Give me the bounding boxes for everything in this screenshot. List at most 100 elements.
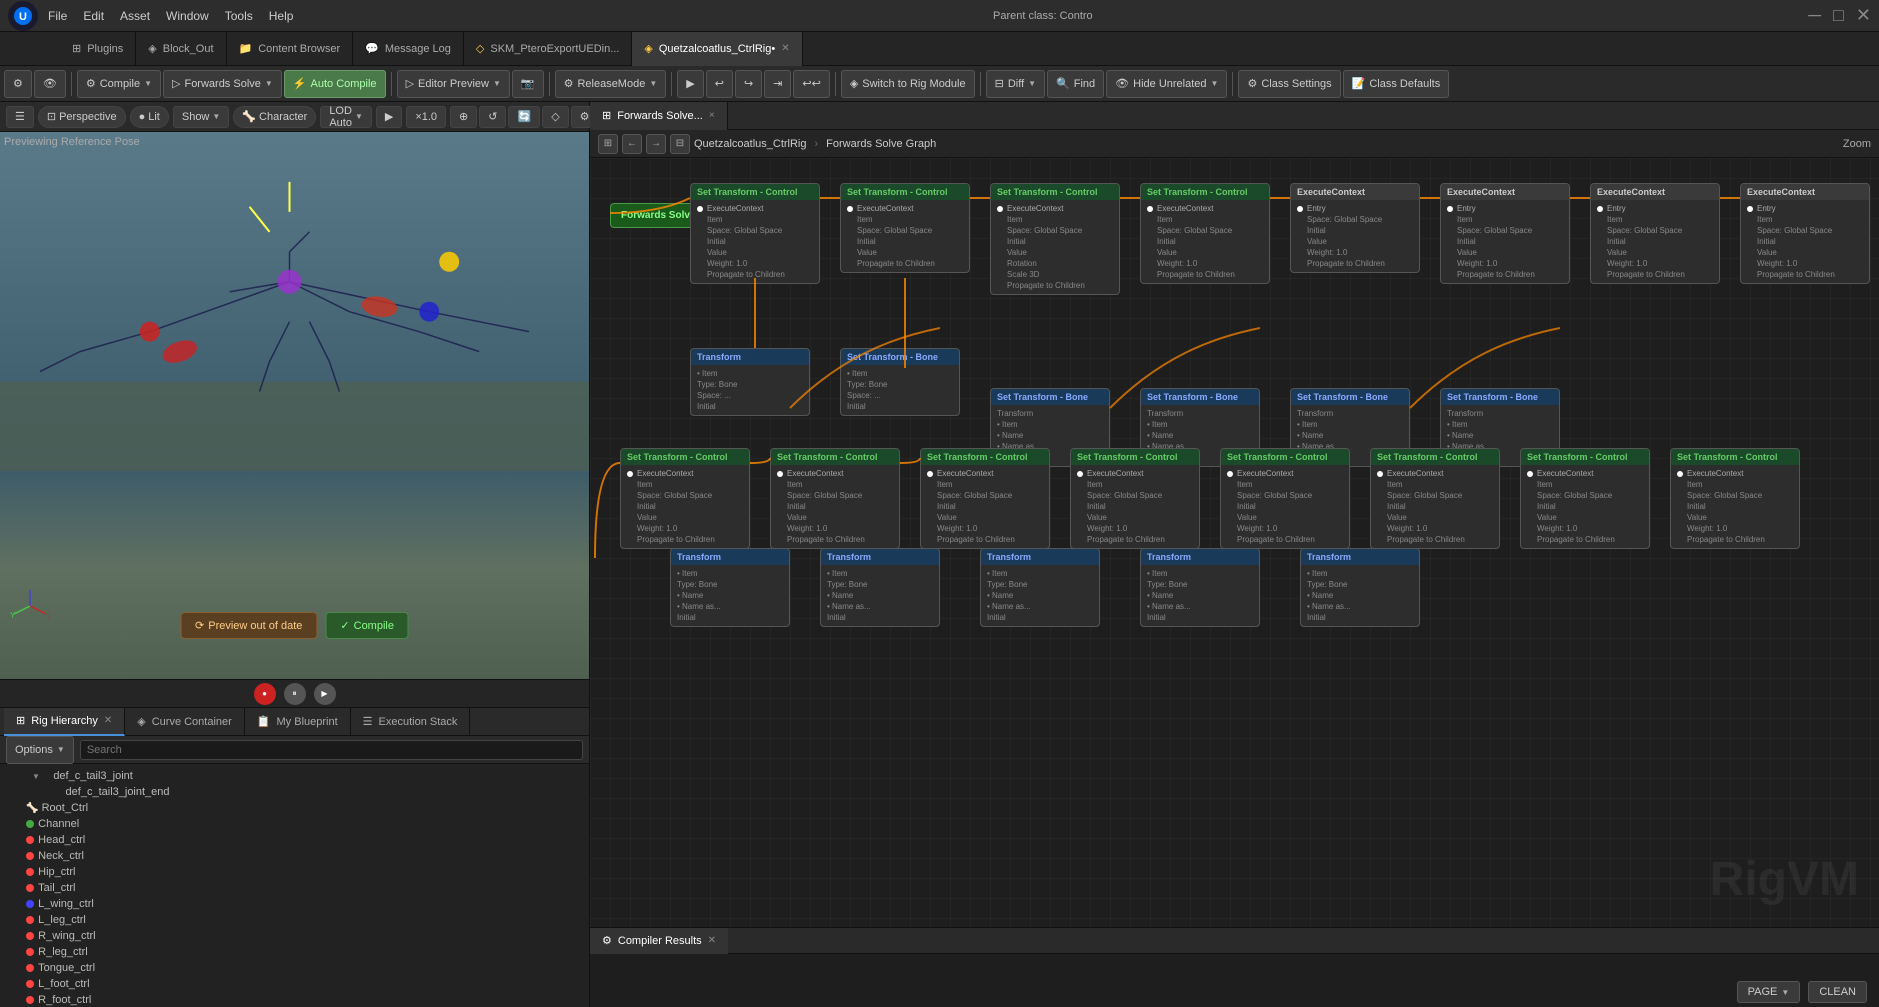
hierarchy-item[interactable]: ▼⊡def_c_tail3_joint	[4, 768, 585, 784]
graph-tab-close[interactable]: ×	[709, 110, 715, 121]
node-transform-bottom-4[interactable]: Transform • Item Type: Bone • Name • Nam…	[1140, 548, 1260, 627]
node-set-transform-ctrl-row2-3[interactable]: Set Transform - Control ExecuteContext I…	[920, 448, 1050, 549]
node-transform-bottom-1[interactable]: Transform • Item Type: Bone • Name • Nam…	[670, 548, 790, 627]
compile-button[interactable]: ⚙ Compile ▼	[77, 70, 161, 98]
switch-rig-btn[interactable]: ◈ Switch to Rig Module	[841, 70, 975, 98]
node-set-transform-4[interactable]: Set Transform - Control ExecuteContext I…	[1140, 183, 1270, 284]
pause-btn[interactable]: ⏸	[284, 683, 306, 705]
auto-compile-button[interactable]: ⚡ Auto Compile	[284, 70, 386, 98]
hamburger-btn[interactable]: ☰	[6, 106, 34, 128]
breadcrumb-back-btn[interactable]: ←	[622, 134, 642, 154]
lod-auto-btn[interactable]: LOD Auto ▼	[320, 106, 372, 128]
hierarchy-item[interactable]: ▶Tail_ctrl	[4, 880, 585, 896]
hierarchy-item[interactable]: ▶R_foot_ctrl	[4, 992, 585, 1007]
perspective-btn[interactable]: ⊡ Perspective	[38, 106, 126, 128]
diff-dropdown[interactable]: ⊟ Diff ▼	[986, 70, 1045, 98]
hierarchy-close[interactable]: ✕	[104, 715, 112, 726]
node-transform-bottom-3[interactable]: Transform • Item Type: Bone • Name • Nam…	[980, 548, 1100, 627]
node-set-transform-ctrl-row2-8[interactable]: Set Transform - Control ExecuteContext I…	[1670, 448, 1800, 549]
close-btn[interactable]: ✕	[1856, 5, 1871, 26]
graph-tab-forwards-solve[interactable]: ⊞ Forwards Solve... ×	[590, 102, 728, 130]
menu-help[interactable]: Help	[269, 9, 294, 23]
node-transform-2[interactable]: Set Transform - Bone • Item Type: Bone S…	[840, 348, 960, 416]
play-anim-btn[interactable]: ▶	[376, 106, 402, 128]
show-btn[interactable]: Show ▼	[173, 106, 229, 128]
hierarchy-item[interactable]: ▶L_wing_ctrl	[4, 896, 585, 912]
translate-btn[interactable]: ⊕	[450, 106, 477, 128]
grid-btn[interactable]: ⊞	[598, 134, 618, 154]
hierarchy-item[interactable]: ▶Tongue_ctrl	[4, 960, 585, 976]
toolbar-eye-btn[interactable]: 👁	[34, 70, 66, 98]
release-mode-dropdown[interactable]: ⚙ ReleaseMode ▼	[555, 70, 667, 98]
hierarchy-item[interactable]: ▶Head_ctrl	[4, 832, 585, 848]
node-set-transform-2[interactable]: Set Transform - Control ExecuteContext I…	[840, 183, 970, 273]
editor-preview-dropdown[interactable]: ▷ Editor Preview ▼	[397, 70, 510, 98]
tab-quetzal[interactable]: ◈ Quetzalcoatlus_CtrlRig• ✕	[632, 32, 802, 66]
node-exec-context-4[interactable]: ExecuteContext Entry Item Space: Global …	[1740, 183, 1870, 284]
forward-btn[interactable]: ↪	[735, 70, 762, 98]
maximize-btn[interactable]: □	[1833, 5, 1844, 26]
node-transform-bottom-2[interactable]: Transform • Item Type: Bone • Name • Nam…	[820, 548, 940, 627]
node-set-transform-ctrl-row2-6[interactable]: Set Transform - Control ExecuteContext I…	[1370, 448, 1500, 549]
hierarchy-item[interactable]: ▶Hip_ctrl	[4, 864, 585, 880]
tab-rig-hierarchy[interactable]: ⊞ Rig Hierarchy ✕	[4, 708, 125, 736]
tab-execution-stack[interactable]: ☰ Execution Stack	[351, 708, 471, 736]
bone-btn[interactable]: ◇	[542, 106, 568, 128]
node-set-transform-ctrl-row2-2[interactable]: Set Transform - Control ExecuteContext I…	[770, 448, 900, 549]
tab-skm[interactable]: ◇ SKM_PteroExportUEDin...	[464, 32, 632, 66]
menu-window[interactable]: Window	[166, 9, 209, 23]
node-set-transform-3[interactable]: Set Transform - Control ExecuteContext I…	[990, 183, 1120, 295]
tab-content-browser[interactable]: 📁 Content Browser	[227, 32, 354, 66]
node-set-transform-ctrl-row2-4[interactable]: Set Transform - Control ExecuteContext I…	[1070, 448, 1200, 549]
tab-message-log[interactable]: 💬 Message Log	[353, 32, 464, 66]
find-btn[interactable]: 🔍 Find	[1047, 70, 1104, 98]
tab-curve-container[interactable]: ◈ Curve Container	[125, 708, 245, 736]
search-input[interactable]	[80, 740, 583, 760]
play-transport-btn[interactable]: ▶	[314, 683, 336, 705]
page-btn[interactable]: PAGE ▼	[1737, 981, 1801, 1003]
node-set-transform-ctrl-row2-5[interactable]: Set Transform - Control ExecuteContext I…	[1220, 448, 1350, 549]
hierarchy-item[interactable]: ▶L_foot_ctrl	[4, 976, 585, 992]
menu-file[interactable]: File	[48, 9, 67, 23]
skip-btn[interactable]: ⇥	[764, 70, 791, 98]
menu-tools[interactable]: Tools	[225, 9, 253, 23]
hierarchy-item[interactable]: ▶Channel	[4, 816, 585, 832]
tab-close-btn[interactable]: ✕	[781, 43, 789, 54]
node-exec-context-3[interactable]: ExecuteContext Entry Item Space: Global …	[1590, 183, 1720, 284]
compile-green-btn[interactable]: ✓ Compile	[325, 612, 409, 639]
tab-block-out[interactable]: ◈ Block_Out	[136, 32, 226, 66]
preview-outdated-btn[interactable]: ⟳ Preview out of date	[180, 612, 317, 639]
node-transform-1[interactable]: Transform • Item Type: Bone Space: ... I…	[690, 348, 810, 416]
hierarchy-item[interactable]: ▶⊡def_c_tail3_joint_end	[4, 784, 585, 800]
menu-edit[interactable]: Edit	[83, 9, 104, 23]
hierarchy-item[interactable]: ▶L_leg_ctrl	[4, 912, 585, 928]
options-dropdown[interactable]: Options ▼	[6, 736, 74, 764]
snapshot-btn[interactable]: 📷	[512, 70, 544, 98]
node-graph[interactable]: Forwards Solve Set Transform - Control E…	[590, 158, 1879, 927]
clear-btn[interactable]: CLEAN	[1808, 981, 1867, 1003]
menu-asset[interactable]: Asset	[120, 9, 150, 23]
rewind-btn[interactable]: ↩↩	[793, 70, 829, 98]
layout-btn[interactable]: ⊟	[670, 134, 690, 154]
tab-plugins[interactable]: ⊞ Plugins	[60, 32, 136, 66]
rotate-btn[interactable]: ↺	[479, 106, 506, 128]
forwards-solve-button[interactable]: ▷ Forwards Solve ▼	[163, 70, 282, 98]
lit-btn[interactable]: ● Lit	[130, 106, 169, 128]
refresh-btn[interactable]: 🔄	[508, 106, 540, 128]
viewport-3d[interactable]: Previewing Reference Pose	[0, 132, 589, 679]
compiler-close-btn[interactable]: ✕	[708, 935, 716, 946]
hierarchy-item[interactable]: ▶🦴Root_Ctrl	[4, 800, 585, 816]
node-exec-context-1[interactable]: ExecuteContext Entry Space: Global Space…	[1290, 183, 1420, 273]
class-defaults-btn[interactable]: 📝 Class Defaults	[1343, 70, 1450, 98]
node-transform-bottom-5[interactable]: Transform • Item Type: Bone • Name • Nam…	[1300, 548, 1420, 627]
hierarchy-item[interactable]: ▶R_wing_ctrl	[4, 928, 585, 944]
tab-my-blueprint[interactable]: 📋 My Blueprint	[245, 708, 351, 736]
toolbar-icon-btn[interactable]: ⚙	[4, 70, 32, 98]
back-btn[interactable]: ↩	[706, 70, 733, 98]
node-set-transform-ctrl-row2-1[interactable]: Set Transform - Control ExecuteContext I…	[620, 448, 750, 549]
node-set-transform-ctrl-row2-7[interactable]: Set Transform - Control ExecuteContext I…	[1520, 448, 1650, 549]
compiler-results-tab[interactable]: ⚙ Compiler Results ✕	[590, 928, 728, 954]
breadcrumb-forward-btn[interactable]: →	[646, 134, 666, 154]
minimize-btn[interactable]: ─	[1808, 5, 1821, 26]
hierarchy-item[interactable]: ▶R_leg_ctrl	[4, 944, 585, 960]
